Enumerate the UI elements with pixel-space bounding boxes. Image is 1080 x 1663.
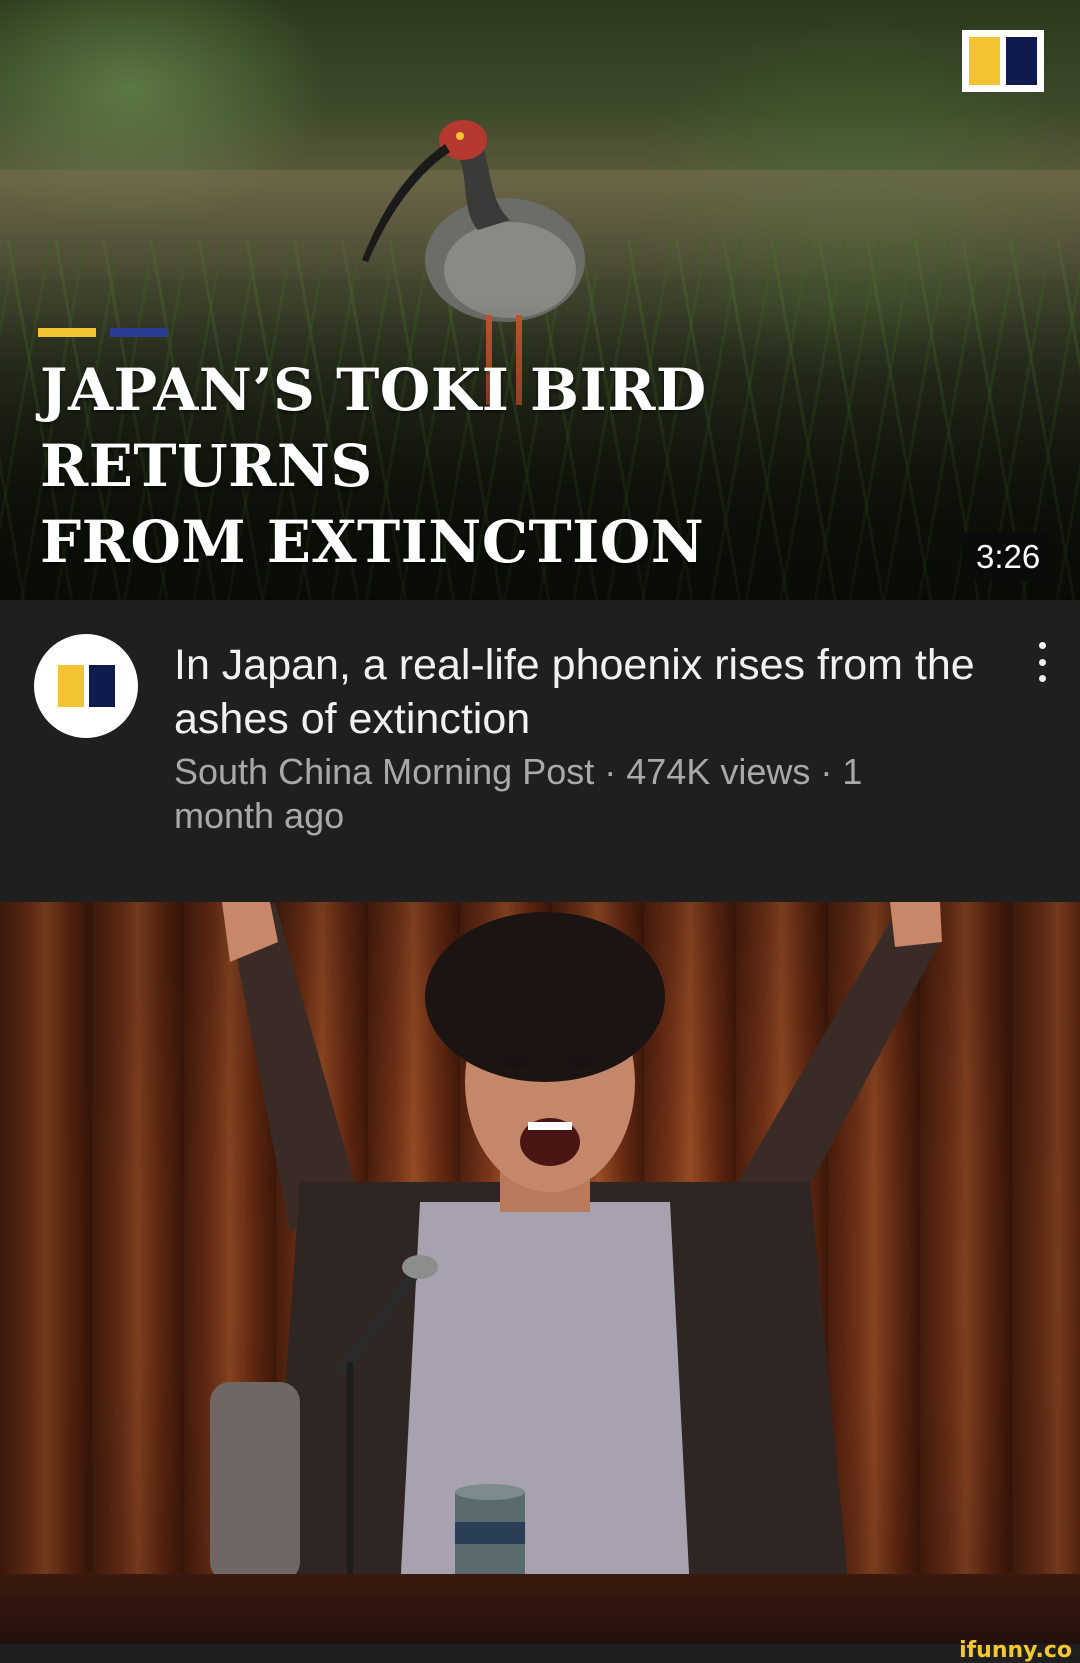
headline-line-2: FROM EXTINCTION [40,508,705,576]
cheering-man-image [210,902,942,1616]
video-meta: South China Morning Post · 474K views · … [174,750,934,838]
view-count: 474K views [626,751,811,792]
menu-dot [1038,642,1046,649]
accent-bar-yellow [38,328,96,337]
more-vert-icon[interactable] [1030,642,1054,682]
video-thumbnail[interactable]: JAPAN’S TOKI BIRD RETURNS FROM EXTINCTIO… [0,0,1080,600]
headline-line-1: JAPAN’S TOKI BIRD RETURNS [40,356,707,500]
bottom-bar [0,1644,1080,1663]
thumbnail-headline: JAPAN’S TOKI BIRD RETURNS FROM EXTINCTIO… [40,352,1040,580]
accent-bar-navy [110,328,168,337]
ifunny-watermark: ifunny.co [959,1638,1072,1663]
meta-separator: · [594,751,627,792]
video-title[interactable]: In Japan, a real-life phoenix rises from… [174,638,994,746]
logo-yellow-block [969,37,1000,85]
reaction-meme-image [0,902,1080,1644]
headline-accent-bars [38,328,168,337]
video-info-row[interactable]: In Japan, a real-life phoenix rises from… [0,600,1080,902]
avatar-navy-block [88,665,115,707]
avatar-yellow-block [57,665,84,707]
menu-dot [1038,658,1046,666]
menu-dot [1038,675,1046,682]
table-edge [0,1574,1080,1644]
channel-name[interactable]: South China Morning Post [174,751,594,792]
scmp-logo-icon [962,30,1044,92]
video-duration-badge: 3:26 [962,532,1055,582]
channel-avatar[interactable] [34,634,138,738]
meta-separator: · [810,751,843,792]
logo-navy-block [1006,37,1037,85]
